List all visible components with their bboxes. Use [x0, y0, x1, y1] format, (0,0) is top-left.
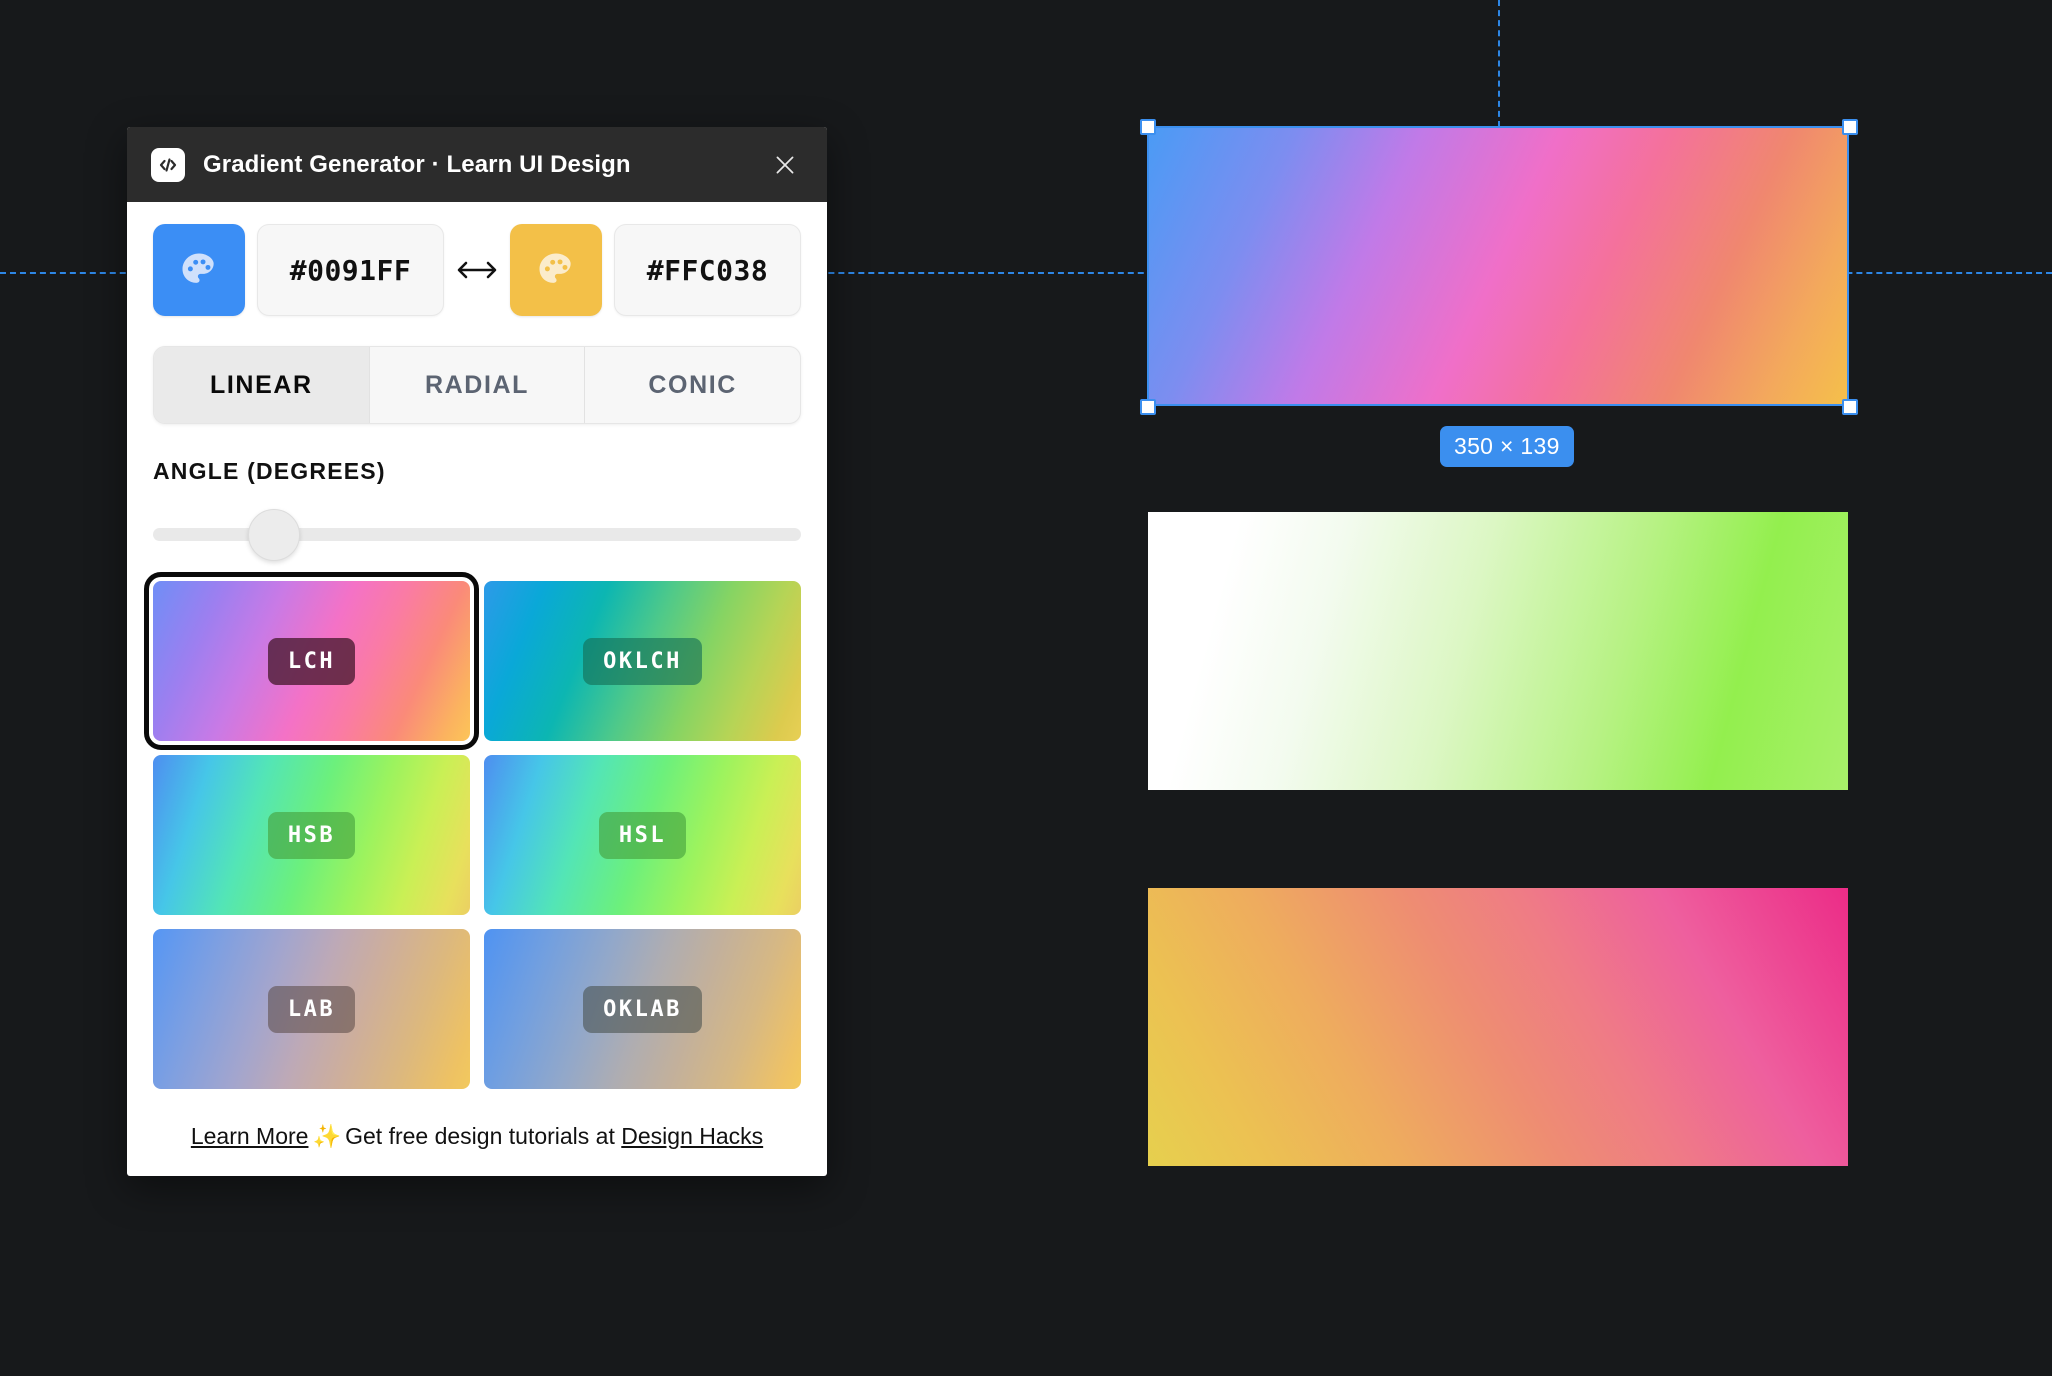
panel-titlebar: Gradient Generator · Learn UI Design [127, 127, 827, 202]
design-hacks-link[interactable]: Design Hacks [621, 1123, 763, 1149]
mode-label-lch: LCH [267, 637, 356, 685]
gradient-type-tabs: LINEAR RADIAL CONIC [153, 346, 801, 424]
resize-handle-top-right[interactable] [1842, 119, 1858, 135]
resize-handle-top-left[interactable] [1140, 119, 1156, 135]
mode-label-hsb: HSB [267, 811, 356, 859]
tab-conic[interactable]: CONIC [585, 347, 800, 423]
learn-more-link[interactable]: Learn More [191, 1123, 309, 1149]
mode-tile-lch[interactable]: LCH [144, 572, 479, 750]
mode-tile-oklch[interactable]: OKLCH [484, 581, 801, 741]
swap-horizontal-icon[interactable] [444, 255, 510, 285]
mode-label-oklab: OKLAB [583, 985, 702, 1033]
close-icon[interactable] [765, 145, 805, 185]
dimension-badge: 350 × 139 [1440, 426, 1574, 467]
footer-text: Get free design tutorials at [345, 1123, 615, 1149]
tab-radial[interactable]: RADIAL [370, 347, 586, 423]
resize-handle-bottom-right[interactable] [1842, 399, 1858, 415]
angle-slider[interactable] [153, 509, 801, 561]
tab-linear[interactable]: LINEAR [154, 347, 370, 423]
white-green-gradient-rect[interactable] [1148, 512, 1848, 790]
start-color-hex-value: #0091FF [289, 253, 412, 287]
end-color-swatch-button[interactable] [510, 224, 602, 316]
color-space-grid: LCH OKLCH HSB HSL LAB OKLAB [144, 572, 801, 1089]
mode-label-lab: LAB [267, 985, 356, 1033]
mode-tile-hsb[interactable]: HSB [153, 755, 470, 915]
mode-tile-lab[interactable]: LAB [153, 929, 470, 1089]
panel-body: #0091FF #FFC038 LINEAR RADIAL CONIC ANGL… [127, 202, 827, 1176]
vertical-guide [1498, 0, 1500, 127]
yellow-pink-gradient-rect[interactable] [1148, 888, 1848, 1166]
angle-label: ANGLE (DEGREES) [153, 458, 386, 484]
mode-label-hsl: HSL [598, 811, 687, 859]
resize-handle-bottom-left[interactable] [1140, 399, 1156, 415]
panel-footer: Learn More ✨ Get free design tutorials at … [153, 1107, 801, 1176]
panel-title: Gradient Generator · Learn UI Design [203, 150, 631, 178]
mode-label-oklch: OKLCH [583, 637, 702, 685]
start-color-hex-input[interactable]: #0091FF [257, 224, 444, 316]
sparkle-icon: ✨ [312, 1123, 342, 1149]
palette-icon [539, 253, 571, 283]
design-canvas[interactable]: 350 × 139 Gradient Generator · Learn UI … [0, 0, 2052, 1376]
gradient-generator-panel: Gradient Generator · Learn UI Design #00… [127, 127, 827, 1176]
palette-icon [182, 253, 214, 283]
end-color-hex-value: #FFC038 [646, 253, 769, 287]
lch-gradient-rect[interactable] [1148, 127, 1848, 405]
mode-tile-oklab[interactable]: OKLAB [484, 929, 801, 1089]
end-color-hex-input[interactable]: #FFC038 [614, 224, 801, 316]
code-icon [151, 147, 185, 182]
start-color-swatch-button[interactable] [153, 224, 245, 316]
angle-slider-thumb[interactable] [247, 509, 300, 561]
color-inputs-row: #0091FF #FFC038 [153, 224, 801, 316]
mode-tile-hsl[interactable]: HSL [484, 755, 801, 915]
